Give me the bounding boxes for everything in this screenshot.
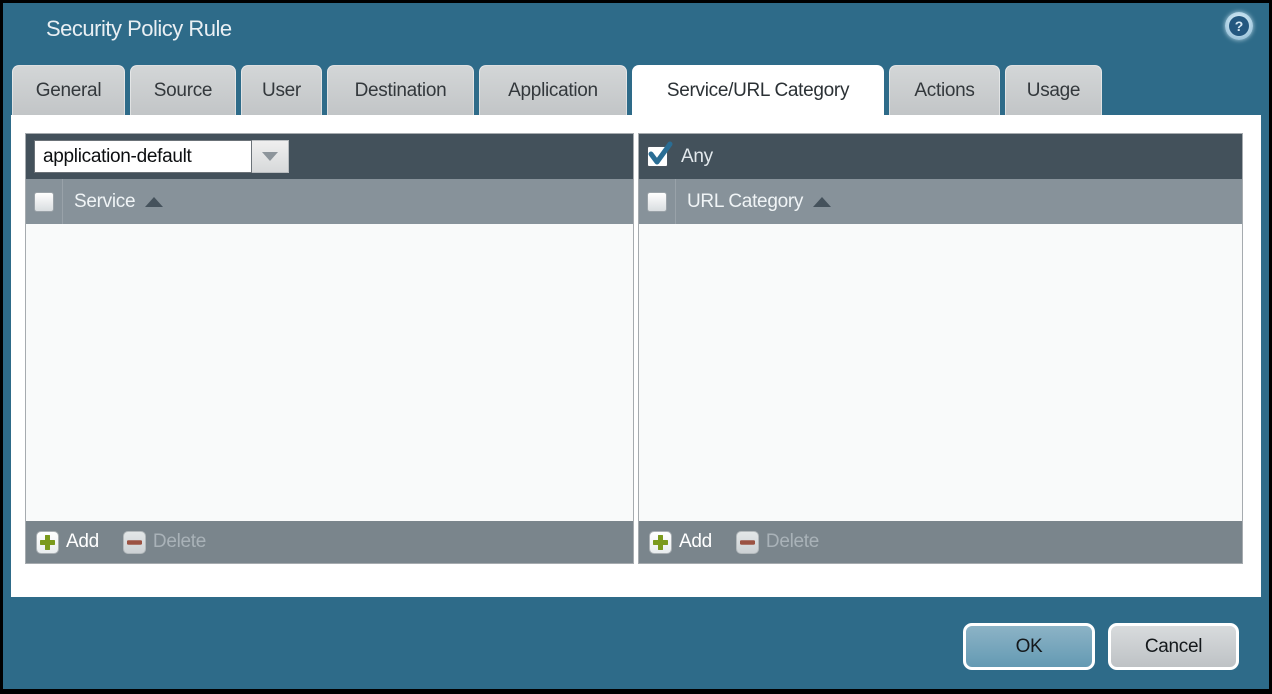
service-delete-button[interactable]: Delete (123, 531, 206, 554)
tab-bar: General Source User Destination Applicat… (12, 65, 1107, 115)
url-category-delete-label: Delete (766, 531, 819, 553)
any-label: Any (681, 146, 713, 168)
service-type-dropdown-button[interactable] (252, 140, 289, 173)
tab-user[interactable]: User (241, 65, 322, 115)
service-toolbar: application-default (26, 134, 633, 179)
service-column-header[interactable]: Service (74, 191, 135, 213)
ok-button[interactable]: OK (963, 623, 1095, 670)
url-category-toolbar: Any (639, 134, 1242, 179)
service-type-value[interactable]: application-default (34, 140, 252, 173)
url-category-panel: Any URL Category Add (638, 133, 1243, 564)
plus-icon (36, 531, 59, 554)
service-select-all-checkbox[interactable] (34, 192, 54, 212)
service-column-header-row: Service (26, 179, 633, 224)
chevron-down-icon (262, 152, 278, 161)
service-add-button[interactable]: Add (36, 531, 99, 554)
tab-general[interactable]: General (12, 65, 125, 115)
tab-destination[interactable]: Destination (327, 65, 474, 115)
help-icon-glyph: ? (1229, 16, 1249, 36)
service-type-dropdown[interactable]: application-default (34, 140, 289, 173)
minus-icon (736, 531, 759, 554)
service-list[interactable] (26, 224, 633, 521)
tab-content: application-default Service (11, 115, 1261, 597)
service-panel: application-default Service (25, 133, 634, 564)
url-category-select-all-column (639, 179, 676, 224)
url-category-list[interactable] (639, 224, 1242, 521)
url-category-footer: Add Delete (639, 521, 1242, 563)
url-category-select-all-checkbox[interactable] (647, 192, 667, 212)
url-category-column-header-row: URL Category (639, 179, 1242, 224)
tab-service-url-category[interactable]: Service/URL Category (632, 65, 884, 115)
tab-usage[interactable]: Usage (1005, 65, 1102, 115)
dialog-title: Security Policy Rule (46, 16, 232, 42)
sort-ascending-icon (145, 197, 163, 207)
tab-application[interactable]: Application (479, 65, 627, 115)
url-category-add-label: Add (679, 531, 712, 553)
service-select-all-column (26, 179, 63, 224)
service-add-label: Add (66, 531, 99, 553)
minus-icon (123, 531, 146, 554)
tab-actions[interactable]: Actions (889, 65, 1000, 115)
service-footer: Add Delete (26, 521, 633, 563)
sort-ascending-icon (813, 197, 831, 207)
cancel-button[interactable]: Cancel (1108, 623, 1239, 670)
tab-source[interactable]: Source (130, 65, 236, 115)
help-icon[interactable]: ? (1225, 12, 1253, 40)
any-checkbox[interactable] (647, 146, 668, 167)
url-category-add-button[interactable]: Add (649, 531, 712, 554)
plus-icon (649, 531, 672, 554)
service-delete-label: Delete (153, 531, 206, 553)
url-category-column-header[interactable]: URL Category (687, 191, 803, 213)
security-policy-rule-dialog: Security Policy Rule ? General Source Us… (3, 3, 1269, 689)
url-category-delete-button[interactable]: Delete (736, 531, 819, 554)
